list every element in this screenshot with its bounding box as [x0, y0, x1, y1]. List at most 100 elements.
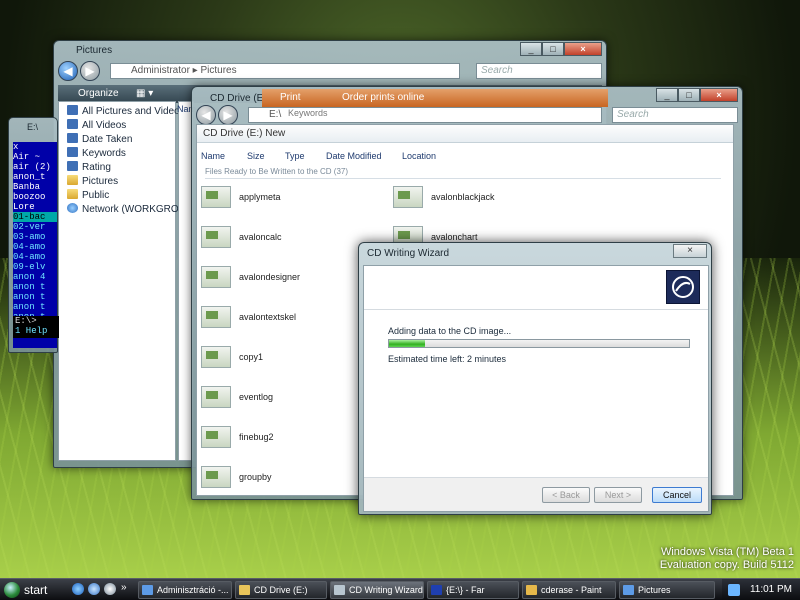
nav-item-pictures[interactable]: Pictures — [67, 175, 118, 187]
far-command-line[interactable]: E:\> 1 Help — [13, 316, 59, 338]
nav-item-all-pictures[interactable]: All Pictures and Videos — [67, 105, 185, 117]
file-thumbnail — [393, 186, 423, 208]
pictures-window-title: Pictures — [76, 45, 113, 56]
clock[interactable]: 11:01 PM — [750, 579, 792, 600]
back-button[interactable]: < Back — [542, 487, 590, 503]
print-button[interactable]: Print — [280, 92, 301, 103]
paint-icon — [526, 585, 537, 595]
views-icon[interactable]: ▦ ▾ — [136, 88, 153, 99]
pictures-nav-pane: All Pictures and Videos All Videos Date … — [58, 101, 193, 461]
maximize-button[interactable]: □ — [678, 88, 700, 102]
far-line: 04-amo — [13, 252, 46, 262]
wizard-body: Adding data to the CD image... Estimated… — [363, 265, 709, 512]
far-line: air (2) — [13, 162, 51, 172]
list-item[interactable]: copy1 — [201, 346, 381, 374]
next-button[interactable]: Next > — [594, 487, 642, 503]
wizard-title: CD Writing Wizard — [367, 248, 450, 259]
task-far[interactable]: {E:\} - Far — [427, 581, 519, 599]
file-thumbnail — [201, 426, 231, 448]
pictures-icon — [623, 585, 634, 595]
explorer-icon — [142, 585, 153, 595]
far-line: Banba — [13, 182, 41, 192]
far-line: 03-amo — [13, 232, 46, 242]
cd-writing-wizard-dialog[interactable]: CD Writing Wizard × Adding data to the C… — [358, 242, 712, 515]
file-thumbnail — [201, 346, 231, 368]
cd-search-input[interactable]: Search — [612, 107, 738, 123]
back-button[interactable]: ◀ — [196, 105, 216, 125]
nav-item-network[interactable]: Network (WORKGROUP — [67, 203, 193, 215]
nav-item-all-videos[interactable]: All Videos — [67, 119, 126, 131]
list-item[interactable]: avalondesigner — [201, 266, 381, 294]
progress-fill — [389, 340, 425, 347]
pictures-address-bar[interactable]: Administrator ▸ Pictures — [110, 63, 460, 79]
task-pictures[interactable]: Pictures — [619, 581, 715, 599]
cd-window-controls: _ □ × — [656, 88, 738, 102]
start-button[interactable]: start — [2, 580, 58, 600]
list-item[interactable]: avalonblackjack — [393, 186, 573, 214]
back-button[interactable]: ◀ — [58, 61, 78, 81]
desktop: Pictures _ □ × ◀ ▶ Administrator ▸ Pictu… — [0, 0, 800, 578]
far-line: anon_t — [13, 172, 46, 182]
cancel-button[interactable]: Cancel — [652, 487, 702, 503]
pictures-search-input[interactable]: Search — [476, 63, 602, 79]
column-size[interactable]: Size — [247, 151, 265, 161]
far-line-selected[interactable]: 01-bac — [13, 212, 57, 222]
nav-item-keywords[interactable]: Keywords — [67, 147, 126, 159]
nav-item-rating[interactable]: Rating — [67, 161, 111, 173]
far-line: boozoo — [13, 192, 46, 202]
video-icon — [67, 119, 78, 129]
minimize-button[interactable]: _ — [520, 42, 542, 56]
wizard-close-button[interactable]: × — [673, 244, 707, 258]
far-window-title: E:\ — [27, 122, 39, 132]
minimize-button[interactable]: _ — [656, 88, 678, 102]
column-date-modified[interactable]: Date Modified — [326, 151, 382, 161]
refresh-icon[interactable] — [88, 583, 100, 595]
windows-orb-icon — [4, 582, 20, 598]
write-progress-bar — [388, 339, 690, 348]
cd-window-title: CD Drive (E:) — [210, 93, 270, 104]
close-button[interactable]: × — [564, 42, 602, 56]
task-cd-drive[interactable]: CD Drive (E:) — [235, 581, 327, 599]
nav-item-date-taken[interactable]: Date Taken — [67, 133, 132, 145]
list-item[interactable]: finebug2 — [201, 426, 381, 454]
media-icon[interactable] — [104, 583, 116, 595]
column-name[interactable]: Name — [201, 151, 225, 161]
far-console-window[interactable]: E:\ x Air ~ air (2) anon_t Banba boozoo … — [8, 117, 59, 353]
list-item[interactable]: avalontextskel — [201, 306, 381, 334]
file-thumbnail — [201, 466, 231, 488]
far-line: Lore — [13, 202, 35, 212]
organize-button[interactable]: Organize — [78, 88, 119, 99]
file-thumbnail — [201, 266, 231, 288]
system-tray: 11:01 PM — [722, 579, 800, 600]
column-location[interactable]: Location — [402, 151, 436, 161]
list-item[interactable]: applymeta — [201, 186, 381, 214]
task-cd-writing-wizard[interactable]: CD Writing Wizard — [330, 581, 424, 599]
column-type[interactable]: Type — [285, 151, 305, 161]
network-tray-icon[interactable] — [728, 584, 740, 596]
far-line: anon t — [13, 302, 46, 312]
list-item[interactable]: groupby — [201, 466, 381, 494]
group-header[interactable]: Files Ready to Be Written to the CD (37) — [205, 167, 721, 179]
list-item[interactable]: eventlog — [201, 386, 381, 414]
maximize-button[interactable]: □ — [542, 42, 564, 56]
list-item[interactable]: avaloncalc — [201, 226, 381, 254]
far-prompt: E:\> — [15, 316, 37, 326]
task-administration[interactable]: Adminisztráció -... — [138, 581, 232, 599]
folder-icon — [67, 175, 78, 185]
nav-item-public[interactable]: Public — [67, 189, 109, 201]
order-prints-button[interactable]: Order prints online — [342, 92, 424, 103]
cd-command-bar: Print Order prints online — [262, 89, 608, 107]
chevron-icon[interactable]: » — [121, 582, 127, 593]
forward-button[interactable]: ▶ — [218, 105, 238, 125]
ie-icon[interactable] — [72, 583, 84, 595]
far-line: 04-amo — [13, 242, 46, 252]
network-icon — [67, 203, 78, 213]
far-keybar[interactable]: 1 Help — [15, 326, 59, 336]
far-line: x — [13, 142, 19, 152]
cd-icon — [334, 585, 345, 595]
calendar-icon — [67, 133, 78, 143]
far-line: anon t — [13, 282, 46, 292]
forward-button[interactable]: ▶ — [80, 61, 100, 81]
close-button[interactable]: × — [700, 88, 738, 102]
task-paint[interactable]: cderase - Paint — [522, 581, 616, 599]
